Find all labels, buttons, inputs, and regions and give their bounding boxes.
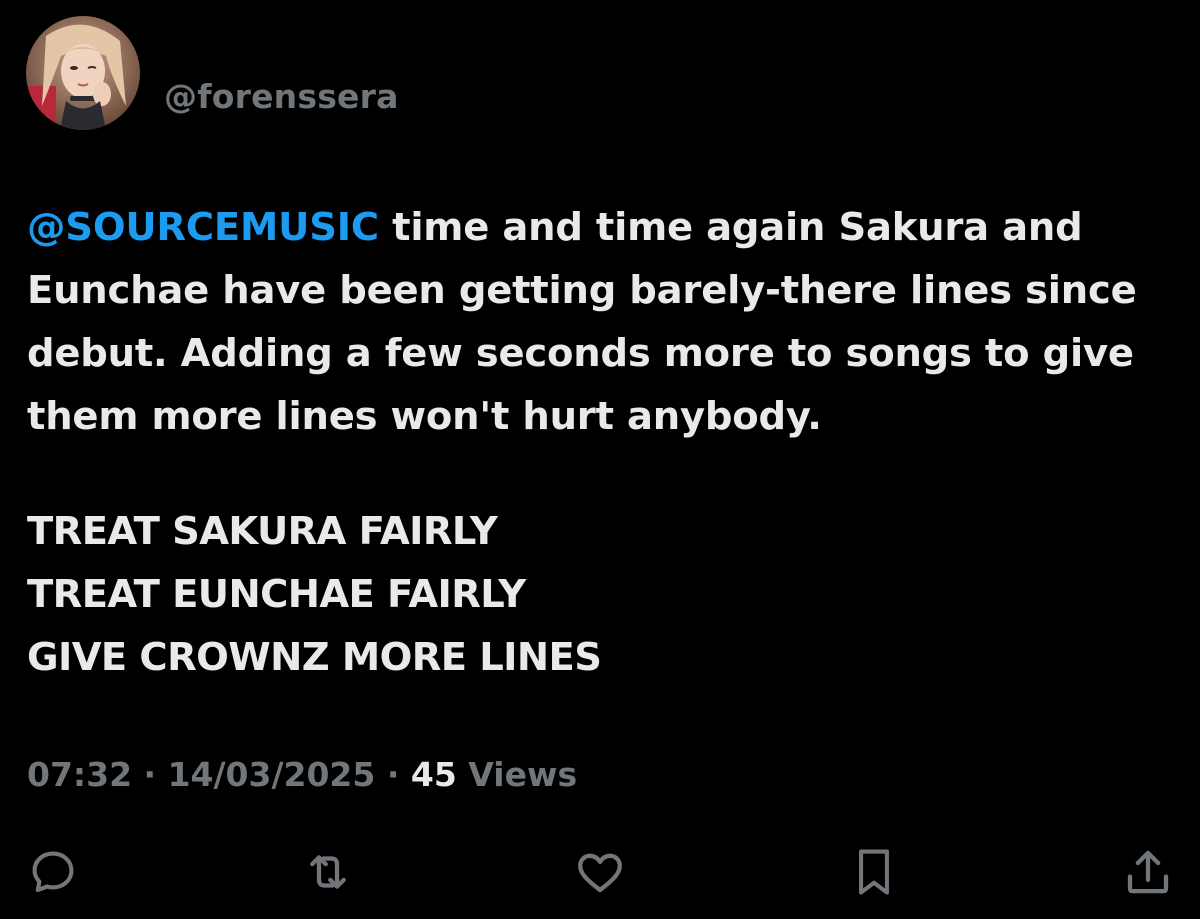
retweet-icon	[310, 855, 346, 889]
share-button[interactable]	[1116, 840, 1180, 904]
views-count: 45	[410, 755, 457, 794]
mention-link[interactable]: @SOURCEMUSIC	[27, 205, 379, 250]
bookmark-icon	[859, 849, 889, 895]
bookmark-button[interactable]	[842, 840, 906, 904]
meta-separator: ·	[375, 755, 411, 794]
reply-button[interactable]	[21, 840, 85, 904]
retweet-button[interactable]	[296, 840, 360, 904]
views-label: Views	[456, 755, 578, 794]
action-bar	[0, 840, 1200, 910]
tweet-header: @forenssera	[26, 16, 399, 130]
avatar-image	[26, 16, 140, 130]
shout-line: GIVE CROWNZ MORE LINES	[27, 635, 602, 680]
tweet-time[interactable]: 07:32	[27, 755, 132, 794]
reply-icon	[32, 851, 74, 893]
meta-separator: ·	[132, 755, 168, 794]
tweet: @forenssera @SOURCEMUSIC time and time a…	[0, 0, 1200, 919]
tweet-date[interactable]: 14/03/2025	[168, 755, 376, 794]
shout-line: TREAT SAKURA FAIRLY	[27, 509, 498, 554]
tweet-meta: 07:32 · 14/03/2025 · 45 Views	[27, 755, 577, 794]
heart-icon	[578, 853, 622, 893]
share-icon	[1127, 850, 1169, 894]
shout-line: TREAT EUNCHAE FAIRLY	[27, 572, 526, 617]
avatar[interactable]	[26, 16, 140, 130]
tweet-body: @SOURCEMUSIC time and time again Sakura …	[27, 196, 1167, 448]
tweet-shout-lines: TREAT SAKURA FAIRLY TREAT EUNCHAE FAIRLY…	[27, 500, 602, 689]
like-button[interactable]	[568, 840, 632, 904]
user-handle[interactable]: @forenssera	[164, 77, 399, 116]
